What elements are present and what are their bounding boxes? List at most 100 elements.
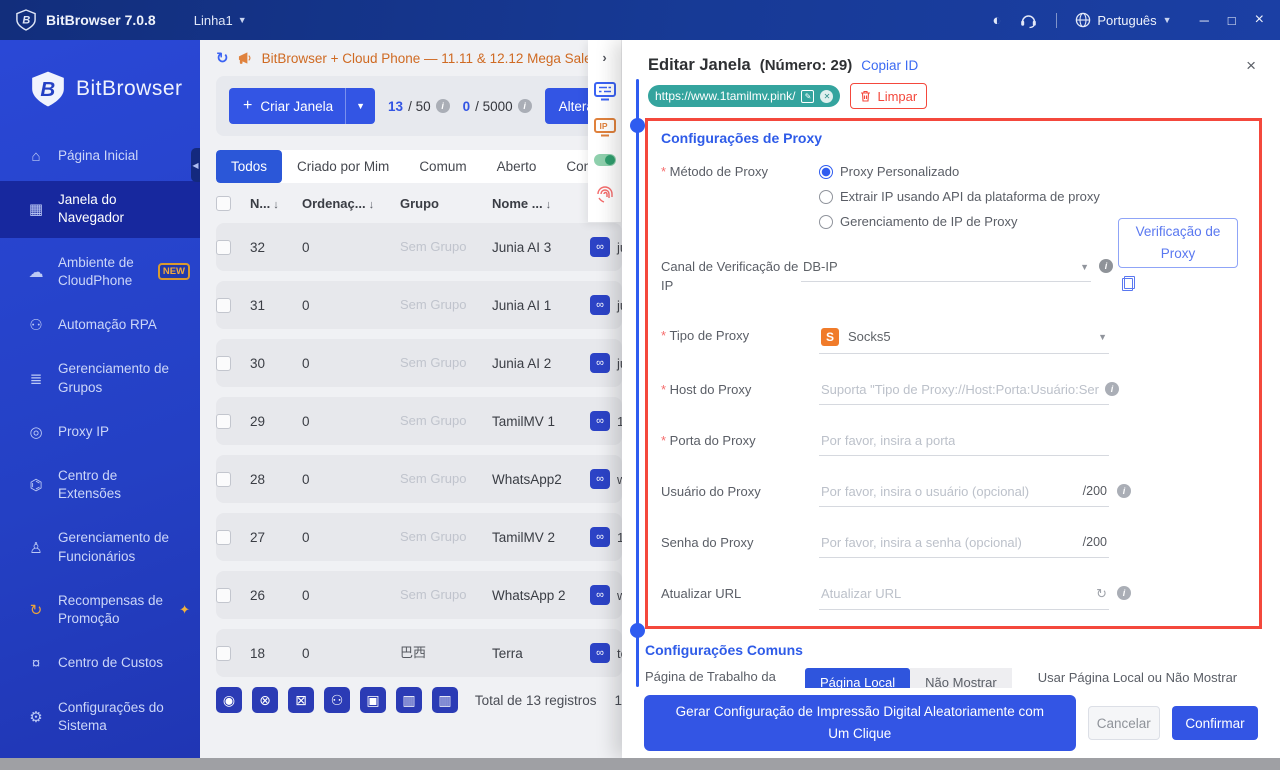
info-icon[interactable]: i xyxy=(1105,381,1119,396)
generate-fingerprint-button[interactable]: Gerar Configuração de Impressão Digital … xyxy=(644,695,1076,751)
sidebar-item-cost-center[interactable]: ¤ Centro de Custos xyxy=(0,644,200,682)
sort-desc-icon[interactable]: ↓ xyxy=(546,199,552,211)
banner-text[interactable]: BitBrowser + Cloud Phone — 11.11 & 12.12… xyxy=(262,51,592,66)
arrange-windows-icon[interactable]: ▣ xyxy=(360,687,386,713)
close-window-icon[interactable]: ⊠ xyxy=(288,687,314,713)
tab-aberto[interactable]: Aberto xyxy=(482,150,552,183)
sort-desc-icon[interactable]: ↓ xyxy=(273,199,279,211)
clear-urls-button[interactable]: Limpar xyxy=(850,83,928,109)
close-button[interactable]: × xyxy=(1255,11,1264,29)
confirm-button[interactable]: Confirmar xyxy=(1171,706,1259,740)
refresh-url-input[interactable]: Atualizar URL ↻ xyxy=(819,584,1109,610)
radio-extract-ip-api[interactable]: Extrair IP usando API da plataforma de p… xyxy=(819,189,1100,204)
expand-panel-icon[interactable]: › xyxy=(602,50,606,65)
radio-custom-proxy[interactable]: Proxy Personalizado xyxy=(819,164,959,179)
row-checkbox[interactable] xyxy=(216,645,231,661)
info-icon[interactable]: i xyxy=(1117,483,1131,498)
link-icon[interactable]: ∞ xyxy=(590,411,610,431)
sidebar-item-rpa-robot[interactable]: ⚇ Automação RPA xyxy=(0,306,200,344)
cancel-button[interactable]: Cancelar xyxy=(1087,706,1160,740)
refresh-icon[interactable]: ↻ xyxy=(216,49,229,67)
table-row[interactable]: 18 0 巴西 Terra ∞ terra. xyxy=(216,629,622,677)
link-icon[interactable]: ∞ xyxy=(590,643,610,663)
proxy-port-input[interactable]: Por favor, insira a porta xyxy=(819,431,1109,456)
column-header-order[interactable]: Ordenaç... ↓ xyxy=(302,196,400,211)
theme-toggle-icon[interactable]: ◐ xyxy=(992,13,1001,28)
link-icon[interactable]: ∞ xyxy=(590,527,610,547)
copy-id-link[interactable]: Copiar ID xyxy=(861,58,918,73)
row-checkbox[interactable] xyxy=(216,413,231,429)
table-row[interactable]: 30 0 Sem Grupo Junia AI 2 ∞ junia. xyxy=(216,339,622,387)
link-icon[interactable]: ∞ xyxy=(590,295,610,315)
proxy-type-select[interactable]: S Socks5 ▼ xyxy=(819,326,1109,354)
table-row[interactable]: 29 0 Sem Grupo TamilMV 1 ∞ 1tam xyxy=(216,397,622,445)
info-icon[interactable]: i xyxy=(517,99,532,113)
table-row[interactable]: 26 0 Sem Grupo WhatsApp 2 ∞ what xyxy=(216,571,622,619)
dialog-close-icon[interactable]: × xyxy=(1246,56,1256,76)
sidebar-item-employee-management[interactable]: ♙ Gerenciamento de Funcionários xyxy=(0,519,200,575)
table-row[interactable]: 27 0 Sem Grupo TamilMV 2 ∞ 1tam xyxy=(216,513,622,561)
tab-criado-por-mim[interactable]: Criado por Mim xyxy=(282,150,404,183)
link-icon[interactable]: ∞ xyxy=(590,353,610,373)
sort-desc-icon[interactable]: ↓ xyxy=(369,199,375,211)
table-row[interactable]: 31 0 Sem Grupo Junia AI 1 ∞ junia. xyxy=(216,281,622,329)
copy-icon[interactable] xyxy=(1122,276,1135,291)
sidebar-collapse-handle[interactable]: ◀ xyxy=(191,148,200,182)
row-checkbox[interactable] xyxy=(216,355,231,371)
row-checkbox[interactable] xyxy=(216,587,231,603)
sidebar-item-proxy-ip[interactable]: ◎ Proxy IP xyxy=(0,413,200,451)
edit-url-icon[interactable]: ✎ xyxy=(801,89,815,103)
row-checkbox[interactable] xyxy=(216,239,231,255)
recycle-bin-icon[interactable]: ▥ xyxy=(396,687,422,713)
page-number[interactable]: 1 xyxy=(606,693,622,708)
ip-channel-select[interactable]: DB-IP ▼ xyxy=(801,257,1091,282)
minimize-button[interactable]: ─ xyxy=(1200,13,1209,28)
table-row[interactable]: 32 0 Sem Grupo Junia AI 3 ∞ junia. xyxy=(216,223,622,271)
column-header-number[interactable]: N... ↓ xyxy=(250,196,302,211)
row-checkbox[interactable] xyxy=(216,529,231,545)
radio-proxy-ip-management[interactable]: Gerenciamento de IP de Proxy xyxy=(819,214,1018,229)
maximize-button[interactable]: □ xyxy=(1228,13,1236,28)
sidebar-item-home[interactable]: ⌂ Página Inicial xyxy=(0,137,200,175)
proxy-host-input[interactable]: Suporta "Tipo de Proxy://Host:Porta:Usuá… xyxy=(819,380,1109,405)
open-browser-icon[interactable]: ◉ xyxy=(216,687,242,713)
tab-todos[interactable]: Todos xyxy=(216,150,283,183)
row-checkbox[interactable] xyxy=(216,471,231,487)
proxy-pass-input[interactable]: Por favor, insira a senha (opcional) /20… xyxy=(819,533,1109,558)
language-selector[interactable]: Português ▼ xyxy=(1075,12,1172,28)
proxy-user-input[interactable]: Por favor, insira o usuário (opcional) /… xyxy=(819,482,1109,507)
close-browser-icon[interactable]: ⊗ xyxy=(252,687,278,713)
link-icon[interactable]: ∞ xyxy=(590,237,610,257)
sidebar-item-operation-logs[interactable]: ▤ Logs de Operação xyxy=(0,751,200,758)
rpa-batch-icon[interactable]: ⚇ xyxy=(324,687,350,713)
column-header-name[interactable]: Nome ... ↓ xyxy=(492,196,590,211)
info-icon[interactable]: i xyxy=(1117,585,1131,600)
sidebar-item-promotion-rewards[interactable]: ↻ Recompensas de Promoção ✦ xyxy=(0,582,200,638)
proxy-settings-icon[interactable] xyxy=(593,82,616,101)
create-window-button[interactable]: + Criar Janela ▼ xyxy=(229,88,376,124)
info-icon[interactable]: i xyxy=(435,99,450,113)
column-header-group[interactable]: Grupo xyxy=(400,196,492,211)
proxy-check-button[interactable]: Verificação de Proxy xyxy=(1118,218,1238,268)
info-icon[interactable]: i xyxy=(1099,259,1113,273)
sidebar-item-group-management[interactable]: ≣ Gerenciamento de Grupos xyxy=(0,350,200,406)
link-icon[interactable]: ∞ xyxy=(590,469,610,489)
sidebar-item-browser-window[interactable]: ▦ Janela do Navegador xyxy=(0,181,200,238)
refresh-icon[interactable]: ↻ xyxy=(1096,586,1107,602)
sync-toggle[interactable] xyxy=(593,154,616,166)
sidebar-item-cloud-phone[interactable]: ☁ Ambiente de CloudPhone NEW xyxy=(0,244,200,300)
ip-monitor-icon[interactable]: IP xyxy=(593,118,616,137)
delete-icon[interactable]: ▥ xyxy=(432,687,458,713)
line-selector[interactable]: Linha1 ▼ xyxy=(194,13,247,28)
remove-url-icon[interactable]: ✕ xyxy=(820,89,834,103)
sidebar-item-system-settings[interactable]: ⚙ Configurações do Sistema xyxy=(0,689,200,745)
select-all-checkbox[interactable] xyxy=(216,195,231,211)
table-row[interactable]: 28 0 Sem Grupo WhatsApp2 ∞ what xyxy=(216,455,622,503)
support-headset-icon[interactable] xyxy=(1019,12,1038,29)
row-checkbox[interactable] xyxy=(216,297,231,313)
fingerprint-icon[interactable] xyxy=(594,183,616,205)
link-icon[interactable]: ∞ xyxy=(590,585,610,605)
tab-comum[interactable]: Comum xyxy=(404,150,481,183)
sidebar-item-extension-center[interactable]: ⌬ Centro de Extensões xyxy=(0,457,200,513)
chevron-down-icon[interactable]: ▼ xyxy=(346,101,375,111)
